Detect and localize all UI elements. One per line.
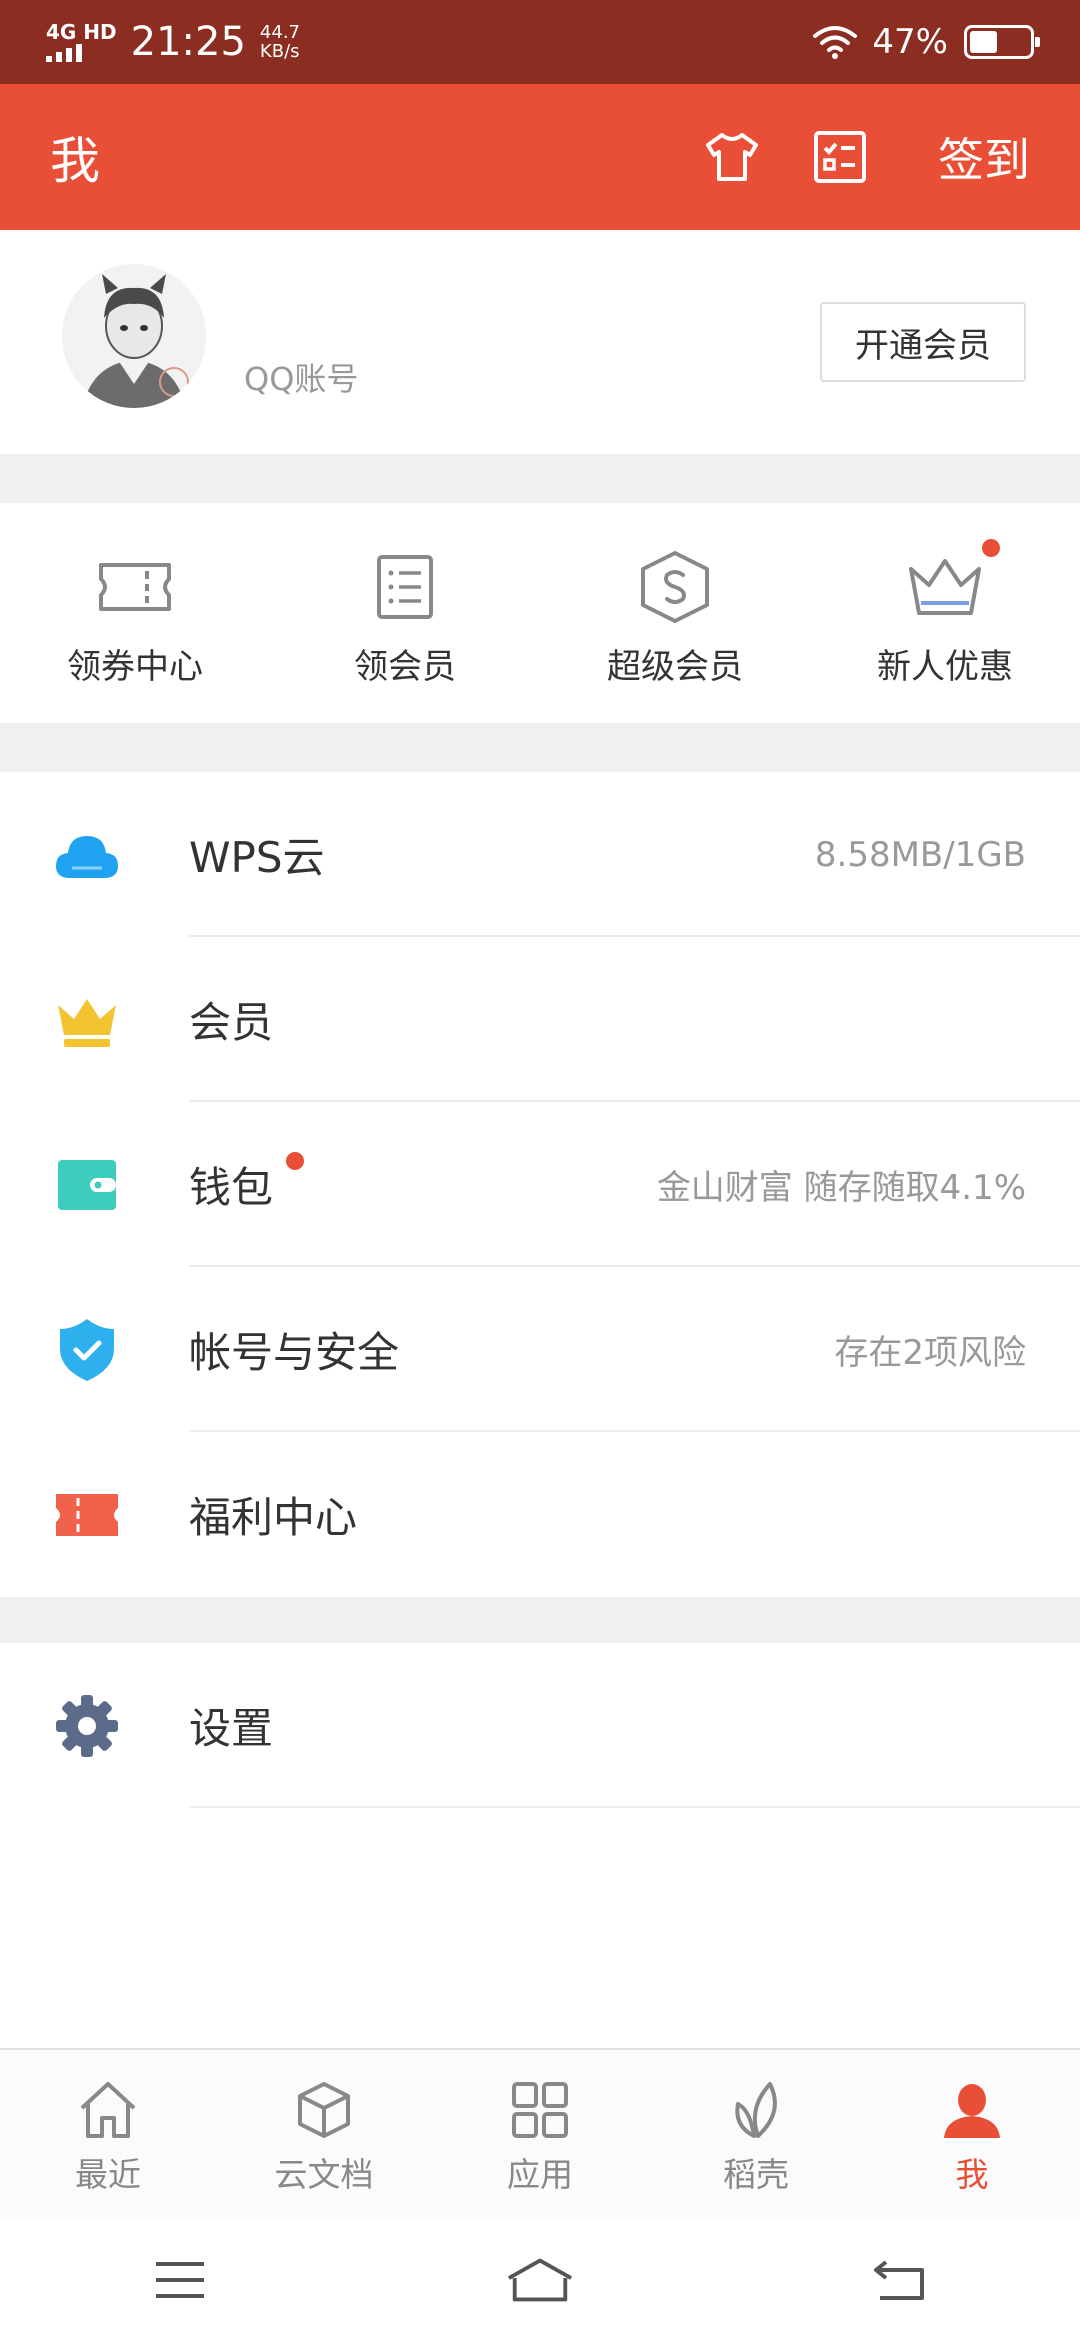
quick-item-coupon-center[interactable]: 领券中心 bbox=[0, 503, 270, 723]
back-icon bbox=[874, 2260, 924, 2300]
tab-label: 我 bbox=[955, 2155, 989, 2194]
menu-nav-button[interactable] bbox=[145, 2250, 215, 2310]
tab-label: 稻壳 bbox=[723, 2155, 789, 2194]
menu-item-label: 会员 bbox=[189, 998, 274, 1047]
menu-item-member[interactable]: 会员 bbox=[0, 937, 1080, 1102]
battery-icon bbox=[964, 25, 1040, 59]
menu-item-settings[interactable]: 设置 bbox=[0, 1643, 1080, 1808]
divider bbox=[189, 1806, 1080, 1808]
person-icon bbox=[944, 2084, 1000, 2138]
notification-dot bbox=[982, 539, 1000, 557]
system-nav-bar bbox=[0, 2220, 1080, 2340]
menu-icon bbox=[156, 2262, 204, 2298]
menu-item-welfare-center[interactable]: 福利中心 bbox=[0, 1432, 1080, 1597]
leaf-icon bbox=[735, 2082, 777, 2138]
quick-item-label: 新人优惠 bbox=[877, 647, 1013, 687]
bottom-tab-bar: 最近 云文档 应用 稻壳 我 bbox=[0, 2048, 1080, 2220]
network-speed: 44.7 KB/s bbox=[260, 23, 300, 61]
quick-item-get-member[interactable]: 领会员 bbox=[270, 503, 540, 723]
wallet-promo: 金山财富 随存随取4.1% bbox=[656, 1168, 1026, 1208]
home-nav-icon bbox=[507, 2258, 573, 2302]
tab-label: 应用 bbox=[507, 2155, 573, 2194]
home-icon bbox=[80, 2082, 136, 2138]
wallet-icon bbox=[54, 1152, 120, 1218]
network-type: 4G HD bbox=[46, 20, 117, 44]
signal-icon bbox=[46, 44, 82, 62]
quick-item-label: 领会员 bbox=[354, 647, 456, 687]
super-member-icon bbox=[641, 551, 709, 623]
battery-fill bbox=[970, 31, 998, 53]
home-nav-button[interactable] bbox=[505, 2250, 575, 2310]
app-header: 我 签到 bbox=[0, 84, 1080, 230]
tab-cloud-docs[interactable]: 云文档 bbox=[216, 2050, 432, 2220]
cloud-icon bbox=[54, 822, 120, 888]
section-gap bbox=[0, 1597, 1080, 1643]
quick-item-label: 领券中心 bbox=[67, 647, 203, 687]
checklist-icon[interactable] bbox=[812, 129, 868, 185]
page-title: 我 bbox=[50, 132, 100, 190]
profile-section: QQ账号 开通会员 bbox=[0, 230, 1080, 454]
menu-item-wps-cloud[interactable]: WPS云 8.58MB/1GB bbox=[0, 772, 1080, 937]
open-vip-button[interactable]: 开通会员 bbox=[820, 302, 1026, 382]
menu-item-label: 福利中心 bbox=[189, 1493, 358, 1542]
account-label: QQ账号 bbox=[244, 360, 359, 398]
quick-item-super-member[interactable]: 超级会员 bbox=[540, 503, 810, 723]
avatar[interactable] bbox=[62, 264, 206, 408]
tshirt-icon[interactable] bbox=[704, 129, 760, 185]
grid-icon bbox=[512, 2082, 568, 2138]
settings-label: 设置 bbox=[189, 1704, 274, 1753]
quick-item-label: 超级会员 bbox=[607, 647, 743, 687]
menu-item-label: 帐号与安全 bbox=[189, 1328, 400, 1377]
menu-item-wallet[interactable]: 钱包 金山财富 随存随取4.1% bbox=[0, 1102, 1080, 1267]
tab-me[interactable]: 我 bbox=[864, 2050, 1080, 2220]
list-icon bbox=[377, 555, 433, 619]
section-gap bbox=[0, 723, 1080, 772]
section-gap bbox=[0, 454, 1080, 503]
network-indicator: 4G HD bbox=[46, 22, 117, 62]
crown-icon bbox=[54, 987, 120, 1053]
clock: 21:25 bbox=[130, 19, 246, 65]
coupon-icon bbox=[54, 1482, 120, 1548]
quick-item-newcomer-offer[interactable]: 新人优惠 bbox=[810, 503, 1080, 723]
menu-item-account-security[interactable]: 帐号与安全 存在2项风险 bbox=[0, 1267, 1080, 1432]
tab-recent[interactable]: 最近 bbox=[0, 2050, 216, 2220]
cloud-usage: 8.58MB/1GB bbox=[814, 834, 1026, 875]
menu-item-label: 钱包 bbox=[189, 1163, 274, 1212]
back-nav-button[interactable] bbox=[865, 2250, 935, 2310]
tab-apps[interactable]: 应用 bbox=[432, 2050, 648, 2220]
speed-value: 44.7 bbox=[259, 22, 300, 43]
speed-unit: KB/s bbox=[259, 41, 300, 62]
gear-icon bbox=[54, 1693, 120, 1759]
battery-percent: 47% bbox=[872, 22, 948, 62]
menu-list: WPS云 8.58MB/1GB 会员 钱包 金山财富 随存随取4.1% 帐号与安… bbox=[0, 772, 1080, 1597]
ticket-icon bbox=[99, 563, 171, 611]
wifi-icon bbox=[813, 26, 858, 59]
menu-item-label: WPS云 bbox=[189, 833, 325, 882]
tab-daoke[interactable]: 稻壳 bbox=[648, 2050, 864, 2220]
tab-label: 云文档 bbox=[274, 2155, 374, 2194]
security-risk: 存在2项风险 bbox=[834, 1333, 1026, 1373]
shield-icon bbox=[54, 1317, 120, 1383]
notification-dot bbox=[286, 1152, 304, 1170]
status-bar: 4G HD 21:25 44.7 KB/s 47% bbox=[0, 0, 1080, 84]
quick-actions: 领券中心 领会员 超级会员 新人优惠 bbox=[0, 503, 1080, 723]
tab-label: 最近 bbox=[75, 2155, 141, 2194]
crown-outline-icon bbox=[909, 559, 981, 615]
checkin-button[interactable]: 签到 bbox=[938, 124, 1030, 190]
cube-icon bbox=[298, 2082, 350, 2138]
